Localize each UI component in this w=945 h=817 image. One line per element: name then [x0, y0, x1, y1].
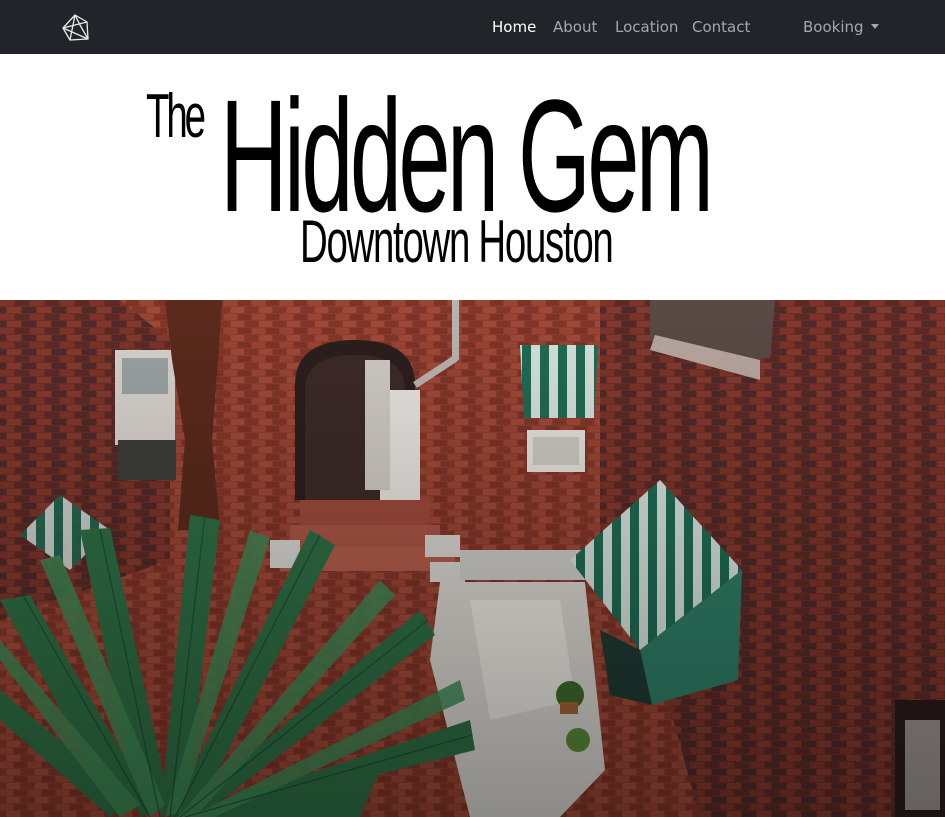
- hero-courtyard-photo: [0, 300, 945, 817]
- diamond-gem-icon[interactable]: [60, 12, 90, 42]
- nav-link-about[interactable]: About: [553, 17, 597, 37]
- hero-title-block: The Hidden Gem Downtown Houston: [0, 54, 945, 300]
- page-subtitle: Downtown Houston: [300, 208, 614, 275]
- caret-down-icon: [870, 24, 879, 29]
- title-prefix: The: [146, 82, 206, 151]
- nav-link-contact[interactable]: Contact: [692, 17, 750, 37]
- top-navbar: Home About Location Contact Booking: [0, 0, 945, 54]
- booking-dropdown-toggle[interactable]: Booking: [803, 17, 879, 37]
- nav-link-location[interactable]: Location: [615, 17, 678, 37]
- nav-link-home[interactable]: Home: [492, 17, 536, 37]
- booking-label: Booking: [803, 18, 864, 36]
